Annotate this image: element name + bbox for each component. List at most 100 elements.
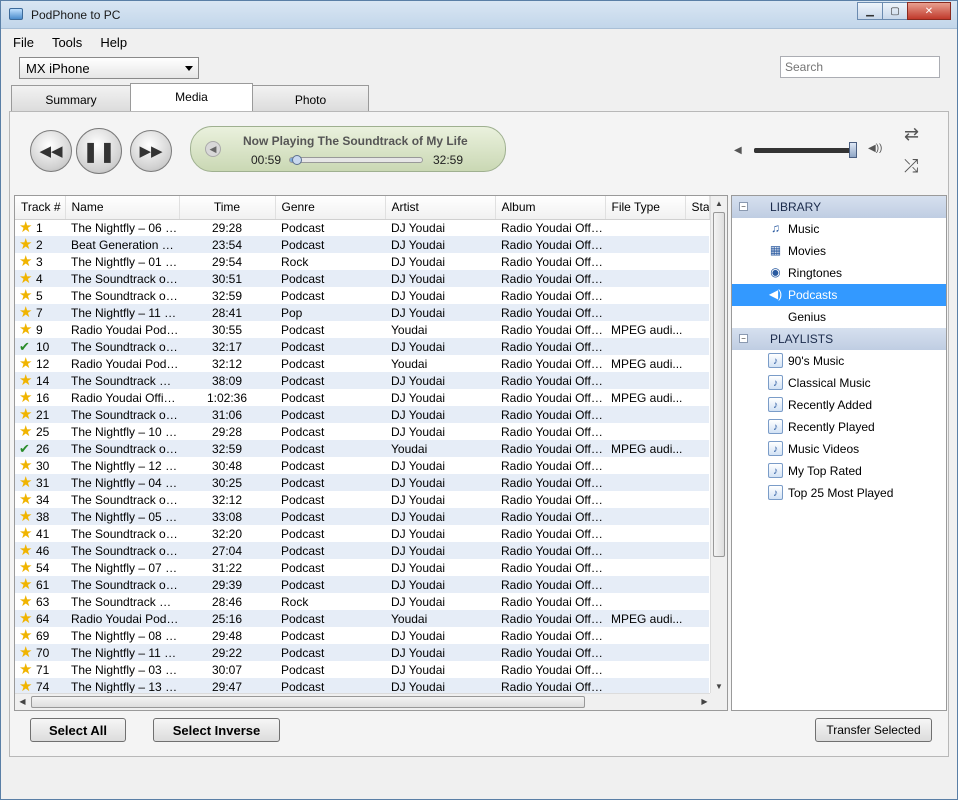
cell-artist: Youdai xyxy=(385,610,495,627)
progress-handle[interactable] xyxy=(292,155,303,165)
repeat-icon[interactable]: ⇄ xyxy=(904,124,919,145)
close-button[interactable]: ✕ xyxy=(907,2,951,20)
table-row[interactable]: ★ 38 The Nightfly – 05 – ... 33:08 Podcast DJ… xyxy=(15,508,709,525)
playlist-items: ♪ 90's Music ♪ Classical Music ♪ Recently Add… xyxy=(732,350,946,504)
library-item-music[interactable]: ♫ Music xyxy=(732,218,946,240)
select-all-button[interactable]: Select All xyxy=(30,718,126,742)
table-row[interactable]: ★ 30 The Nightfly – 12 – ... 30:48 Podcast DJ… xyxy=(15,457,709,474)
menu-help[interactable]: Help xyxy=(100,35,127,50)
volume-slider[interactable] xyxy=(754,142,857,158)
cell-name: The Nightfly – 08 – ... xyxy=(71,628,179,643)
column-header-time[interactable]: Time xyxy=(179,196,276,220)
table-row[interactable]: ★ 34 The Soundtrack of ... 32:12 Podcast DJ Y… xyxy=(15,491,709,508)
table-row[interactable]: ★ 14 The Soundtrack Of... 38:09 Podcast DJ Yo… xyxy=(15,372,709,389)
library-item-ringtones[interactable]: ◉ Ringtones xyxy=(732,262,946,284)
star-icon: ★ xyxy=(19,253,33,270)
volume-handle[interactable] xyxy=(848,142,857,158)
table-row[interactable]: ★ 9 Radio Youdai Podc... 30:55 Podcast Youdai… xyxy=(15,321,709,338)
playlist-item[interactable]: ♪ 90's Music xyxy=(732,350,946,372)
table-row[interactable]: ★ 5 The Soundtrack of ... 32:59 Podcast DJ Yo… xyxy=(15,287,709,304)
table-row[interactable]: ★ 64 Radio Youdai Podc... 25:16 Podcast Youda… xyxy=(15,610,709,627)
playlist-item[interactable]: ♪ Music Videos xyxy=(732,438,946,460)
menu-file[interactable]: File xyxy=(13,35,34,50)
playlist-item[interactable]: ♪ Top 25 Most Played xyxy=(732,482,946,504)
table-row[interactable]: ★ 70 The Nightfly – 11 – ... 29:22 Podcast DJ… xyxy=(15,644,709,661)
shuffle-icon[interactable]: ⤮ xyxy=(904,156,918,177)
tab-summary[interactable]: Summary xyxy=(11,85,131,111)
library-item-podcasts[interactable]: ◀) Podcasts xyxy=(732,284,946,306)
pause-button[interactable]: ❚❚ xyxy=(76,128,122,174)
column-header-name[interactable]: Name xyxy=(65,196,180,220)
table-row[interactable]: ★ 69 The Nightfly – 08 – ... 29:48 Podcast DJ… xyxy=(15,627,709,644)
cell-name: The Nightfly – 06 – ... xyxy=(71,220,179,235)
table-row[interactable]: ★ 71 The Nightfly – 03 – ... 30:07 Podcast DJ… xyxy=(15,661,709,678)
next-button[interactable]: ▶▶ xyxy=(130,130,172,172)
column-header-genre[interactable]: Genre xyxy=(275,196,386,220)
checkmark-icon: ✔ xyxy=(19,338,30,354)
playlist-item[interactable]: ♪ Recently Added xyxy=(732,394,946,416)
library-item-movies[interactable]: ▦ Movies xyxy=(732,240,946,262)
playlist-item[interactable]: ♪ My Top Rated xyxy=(732,460,946,482)
select-inverse-button[interactable]: Select Inverse xyxy=(153,718,280,742)
cell-star xyxy=(685,406,709,423)
tab-media[interactable]: Media xyxy=(130,83,253,111)
column-header-star[interactable]: Star xyxy=(685,196,710,220)
table-row[interactable]: ★ 46 The Soundtrack of ... 27:04 Podcast DJ Y… xyxy=(15,542,709,559)
table-row[interactable]: ★ 7 The Nightfly – 11 – ... 28:41 Pop DJ Youd… xyxy=(15,304,709,321)
minimize-button[interactable]: ▁ xyxy=(857,2,883,20)
table-row[interactable]: ★ 21 The Soundtrack of ... 31:06 Podcast DJ Y… xyxy=(15,406,709,423)
cell-filetype: MPEG audi... xyxy=(611,356,683,371)
table-row[interactable]: ★ 61 The Soundtrack of ... 29:39 Podcast DJ Y… xyxy=(15,576,709,593)
cell-album: Radio Youdai Offic... xyxy=(495,508,605,525)
table-row[interactable]: ★ 25 The Nightfly – 10 – ... 29:28 Podcast DJ… xyxy=(15,423,709,440)
table-row[interactable]: ★ 41 The Soundtrack of ... 32:20 Podcast DJ Y… xyxy=(15,525,709,542)
table-row[interactable]: ★ 3 The Nightfly – 01 – ... 29:54 Rock DJ You… xyxy=(15,253,709,270)
table-row[interactable]: ★ 54 The Nightfly – 07 – ... 31:22 Podcast DJ… xyxy=(15,559,709,576)
star-icon: ★ xyxy=(19,304,33,321)
device-dropdown[interactable]: MX iPhone xyxy=(19,57,199,79)
horizontal-scrollbar[interactable]: ◀ ▶ xyxy=(15,693,712,710)
cell-filetype xyxy=(605,542,685,559)
table-row[interactable]: ★ 31 The Nightfly – 04 – ... 30:25 Podcast DJ… xyxy=(15,474,709,491)
cell-genre: Podcast xyxy=(275,440,385,457)
table-row[interactable]: ★ 2 Beat Generation – ... 23:54 Podcast DJ Yo… xyxy=(15,236,709,253)
table-row[interactable]: ★ 1 The Nightfly – 06 – ... 29:28 Podcast DJ … xyxy=(15,219,709,236)
table-row[interactable]: ★ 16 Radio Youdai Offici... 1:02:36 Podcast D… xyxy=(15,389,709,406)
maximize-button[interactable]: ▢ xyxy=(882,2,908,20)
library-header[interactable]: − LIBRARY xyxy=(732,196,946,218)
column-header-filetype[interactable]: File Type xyxy=(605,196,686,220)
menu-tools[interactable]: Tools xyxy=(52,35,82,50)
cell-name: Radio Youdai Podc... xyxy=(71,356,179,371)
column-header-artist[interactable]: Artist xyxy=(385,196,496,220)
table-row[interactable]: ★ 63 The Soundtrack Of... 28:46 Rock DJ Youda… xyxy=(15,593,709,610)
cell-time: 31:22 xyxy=(211,560,243,575)
playlist-item[interactable]: ♪ Recently Played xyxy=(732,416,946,438)
playlist-item[interactable]: ♪ Classical Music xyxy=(732,372,946,394)
playlists-header[interactable]: − PLAYLISTS xyxy=(732,328,946,350)
now-playing-title: Now Playing The Soundtrack of My Life xyxy=(243,134,468,148)
cell-track: ★ 4 xyxy=(15,270,65,287)
track-number: 30 xyxy=(36,459,50,473)
column-header-album[interactable]: Album xyxy=(495,196,606,220)
previous-button[interactable]: ◀◀ xyxy=(30,130,72,172)
library-item-genius[interactable]: Genius xyxy=(732,306,946,328)
cell-album: Radio Youdai Offic... xyxy=(495,304,605,321)
table-row[interactable]: ✔ 26 The Soundtrack of ... 32:59 Podcast Youd… xyxy=(15,440,709,457)
search-input[interactable] xyxy=(780,56,940,78)
vertical-scroll-thumb[interactable] xyxy=(713,212,725,557)
progress-slider[interactable] xyxy=(289,155,423,165)
table-row[interactable]: ✔ 10 The Soundtrack of ... 32:17 Podcast DJ Y… xyxy=(15,338,709,355)
tab-photo[interactable]: Photo xyxy=(252,85,369,111)
column-header-track[interactable]: Track # xyxy=(15,196,66,220)
scroll-down-arrow-icon[interactable]: ▼ xyxy=(711,679,727,694)
scroll-left-arrow-icon[interactable]: ◀ xyxy=(15,694,30,710)
table-row[interactable]: ★ 4 The Soundtrack of ... 30:51 Podcast DJ Yo… xyxy=(15,270,709,287)
table-row[interactable]: ★ 12 Radio Youdai Podc... 32:12 Podcast Youda… xyxy=(15,355,709,372)
cell-artist: DJ Youdai xyxy=(385,474,495,491)
vertical-scrollbar[interactable]: ▲ ▼ xyxy=(710,196,727,694)
collapse-icon[interactable]: − xyxy=(739,334,748,343)
horizontal-scroll-thumb[interactable] xyxy=(31,696,585,708)
collapse-icon[interactable]: − xyxy=(739,202,748,211)
transfer-selected-button[interactable]: Transfer Selected xyxy=(815,718,932,742)
scroll-up-arrow-icon[interactable]: ▲ xyxy=(711,196,727,211)
